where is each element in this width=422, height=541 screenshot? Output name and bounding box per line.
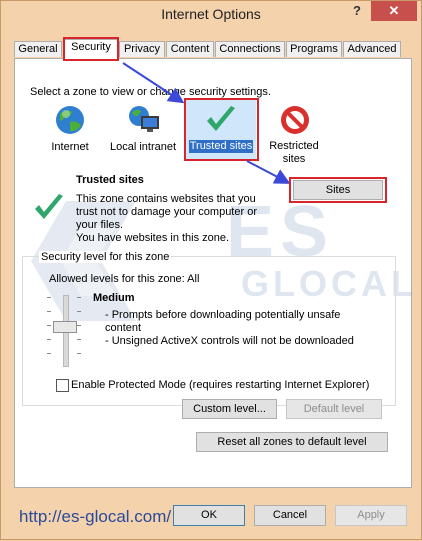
cancel-button[interactable]: Cancel bbox=[254, 505, 326, 526]
zone-description-line: This zone contains websites that you bbox=[76, 193, 256, 205]
apply-button[interactable]: Apply bbox=[335, 505, 407, 526]
trusted-sites-checkmark-icon bbox=[35, 194, 63, 219]
ok-button[interactable]: OK bbox=[173, 505, 245, 526]
custom-level-button[interactable]: Custom level... bbox=[182, 399, 277, 419]
slider-tick bbox=[47, 339, 51, 340]
level-bullets: - Prompts before downloading potentially… bbox=[105, 309, 354, 348]
zone-description-line: trust not to damage your computer or bbox=[76, 206, 257, 218]
internet-options-window: Internet Options ? ✕ General Security Pr… bbox=[0, 0, 422, 540]
slider-tick bbox=[47, 325, 51, 326]
protected-mode-checkbox[interactable] bbox=[56, 379, 69, 392]
sites-button-highlight bbox=[289, 177, 387, 203]
zone-description-line: You have websites in this zone. bbox=[76, 232, 230, 244]
protected-mode-label[interactable]: Enable Protected Mode (requires restarti… bbox=[71, 379, 369, 391]
zone-description-line: your files. bbox=[76, 219, 124, 231]
slider-tick bbox=[77, 311, 81, 312]
security-level-slider-thumb[interactable] bbox=[53, 321, 77, 333]
default-level-button[interactable]: Default level bbox=[286, 399, 382, 419]
level-name: Medium bbox=[93, 292, 135, 304]
level-bullet: content bbox=[105, 322, 142, 334]
slider-tick bbox=[77, 339, 81, 340]
security-tab-highlight bbox=[63, 37, 119, 61]
slider-tick bbox=[77, 353, 81, 354]
watermark-url: http://es-glocal.com/ bbox=[19, 507, 172, 526]
slider-tick bbox=[77, 297, 81, 298]
security-level-group-label: Security level for this zone bbox=[39, 251, 172, 263]
level-bullet: - Unsigned ActiveX controls will not be … bbox=[105, 335, 354, 347]
slider-tick bbox=[47, 297, 51, 298]
slider-tick bbox=[47, 311, 51, 312]
slider-tick bbox=[47, 353, 51, 354]
zone-title: Trusted sites bbox=[76, 174, 144, 186]
allowed-levels-label: Allowed levels for this zone: All bbox=[49, 273, 200, 285]
level-bullet: - Prompts before downloading potentially… bbox=[105, 309, 341, 321]
zone-description: This zone contains websites that you tru… bbox=[76, 193, 257, 245]
slider-tick bbox=[77, 325, 81, 326]
reset-all-zones-button[interactable]: Reset all zones to default level bbox=[196, 432, 388, 452]
